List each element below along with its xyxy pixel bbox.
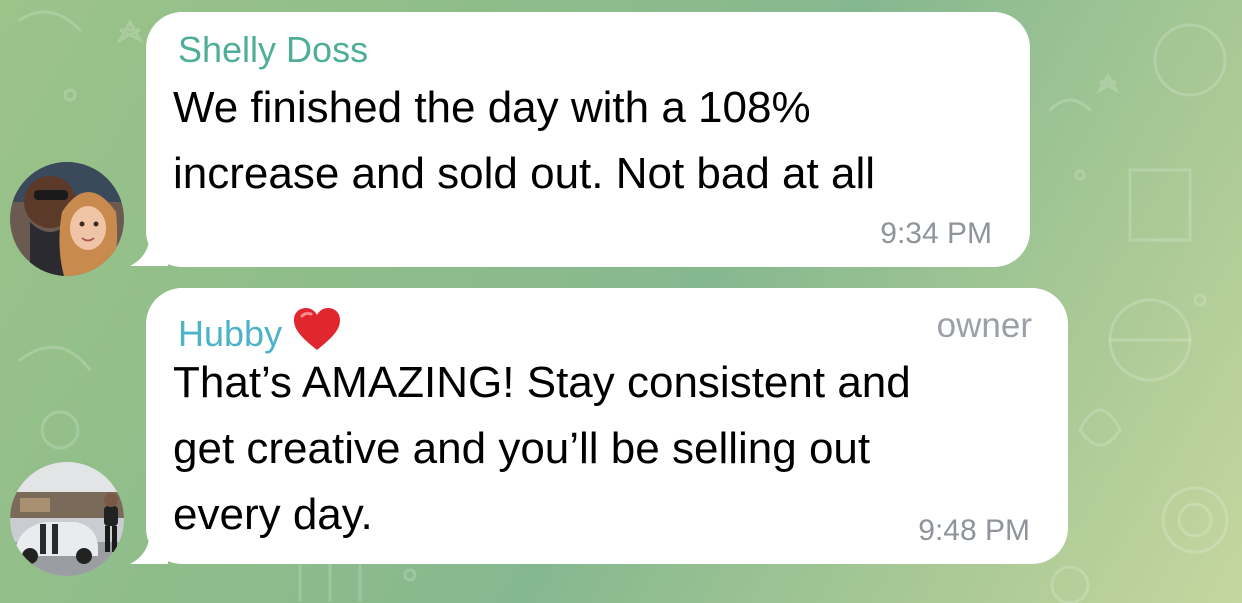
couple-photo-avatar xyxy=(10,162,124,276)
message-text: We finished the day with a 108% increase… xyxy=(173,83,876,198)
car-photo-avatar xyxy=(10,462,124,576)
sender-name-label: Hubby xyxy=(178,313,283,354)
heart-icon xyxy=(294,308,341,350)
avatar-hubby[interactable] xyxy=(10,462,124,576)
sender-name[interactable]: Hubby xyxy=(178,306,342,354)
sender-name[interactable]: Shelly Doss xyxy=(178,30,368,70)
message-bubble-shelly[interactable]: Shelly Doss We finished the day with a 1… xyxy=(146,12,1030,267)
message-timestamp: 9:48 PM xyxy=(918,514,1030,547)
owner-role-badge: owner xyxy=(936,306,1032,345)
message-bubble-hubby[interactable]: Hubby owner That’s AMAZING! Stay consist… xyxy=(146,288,1068,564)
message-timestamp: 9:34 PM xyxy=(880,217,992,250)
avatar-shelly-doss[interactable] xyxy=(10,162,124,276)
